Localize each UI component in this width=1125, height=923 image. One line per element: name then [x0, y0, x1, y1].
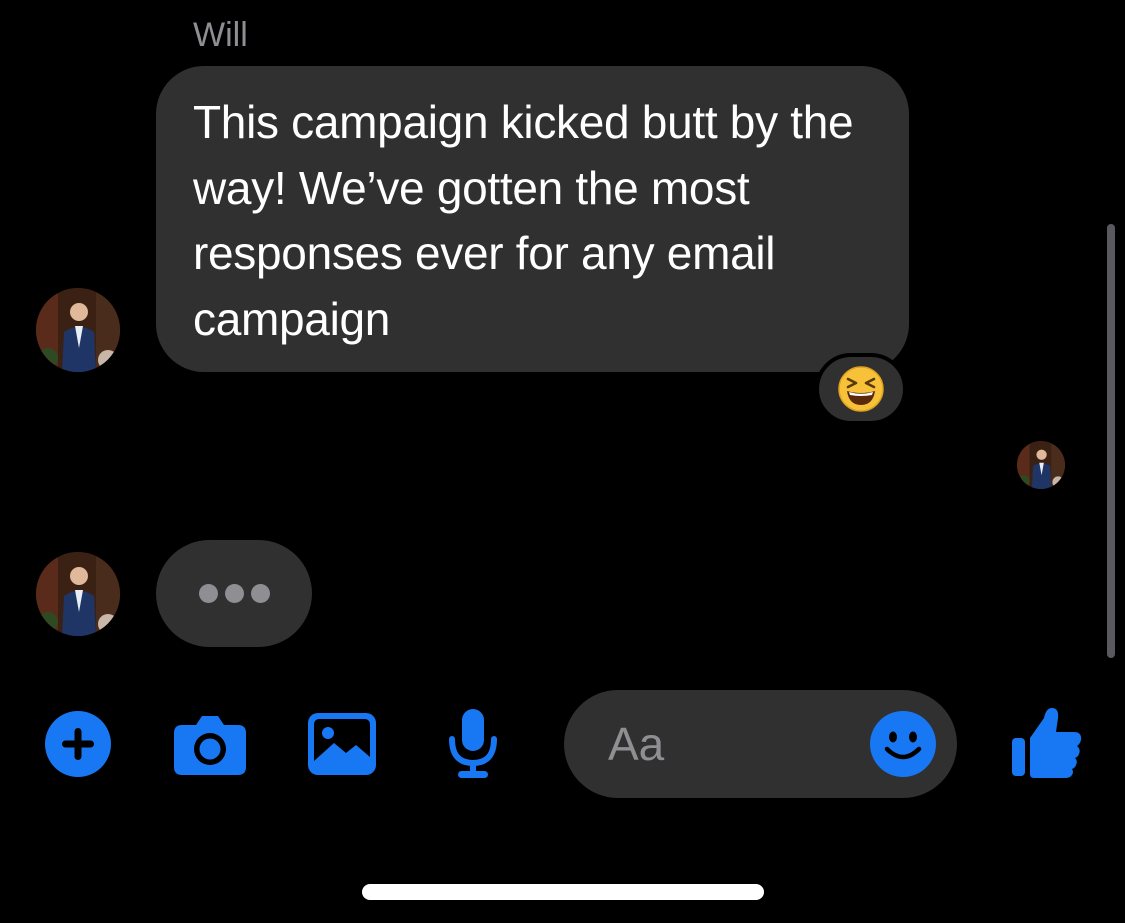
read-receipt-avatar: [1017, 441, 1065, 489]
laughing-squint-emoji-icon: [838, 366, 884, 412]
sender-avatar[interactable]: [36, 288, 120, 372]
messenger-screen: Will This campaign kicked butt by the wa…: [0, 0, 1125, 923]
message-composer[interactable]: [564, 690, 957, 798]
reaction-badge[interactable]: [815, 353, 907, 425]
camera-icon[interactable]: [174, 713, 246, 775]
message-input[interactable]: [608, 716, 858, 772]
photo-icon[interactable]: [308, 713, 376, 775]
typing-dot: [198, 584, 218, 603]
message-text: This campaign kicked butt by the way! We…: [193, 96, 854, 345]
sender-name: Will: [193, 16, 248, 54]
typing-indicator: [156, 540, 312, 647]
plus-icon[interactable]: [45, 711, 111, 777]
typing-dot: [250, 584, 270, 603]
typing-dot: [224, 584, 244, 603]
home-indicator[interactable]: [362, 884, 764, 900]
scrollbar[interactable]: [1107, 224, 1115, 658]
message-bubble[interactable]: This campaign kicked butt by the way! We…: [156, 66, 909, 372]
thumbs-up-icon[interactable]: [1012, 706, 1082, 778]
smiley-icon[interactable]: [870, 711, 936, 777]
typing-avatar[interactable]: [36, 552, 120, 636]
microphone-icon[interactable]: [446, 709, 500, 779]
